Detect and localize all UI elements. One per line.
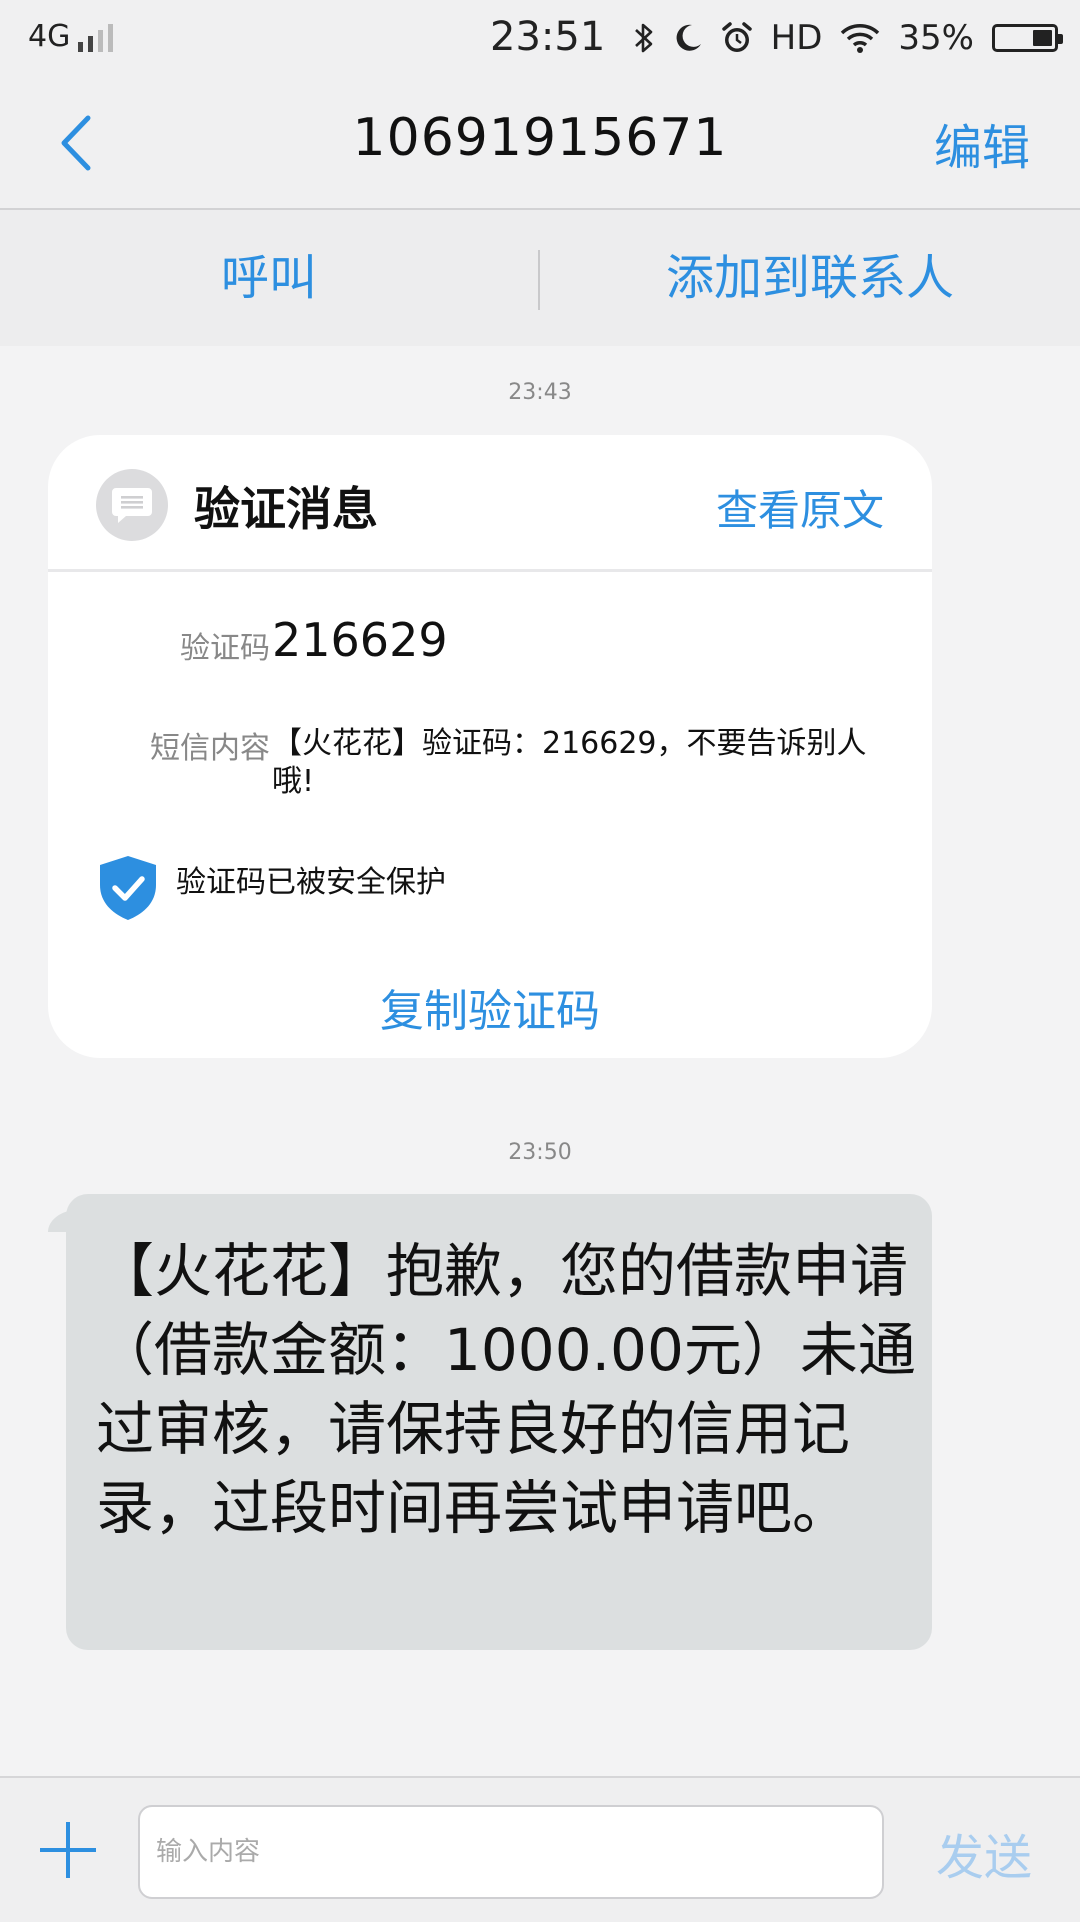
message-icon [96,469,168,541]
message-input[interactable] [138,1805,884,1899]
status-right: HD 35% [633,14,1063,62]
status-bar: 4G 23:51 HD 35% [0,0,1080,78]
conversation-header: 10691915671 编辑 [0,78,1080,210]
bluetooth-icon [634,23,652,53]
add-to-contacts-button[interactable]: 添加到联系人 [540,210,1080,346]
send-button[interactable]: 发送 [936,1818,1032,1888]
alarm-icon [721,22,752,52]
contact-actions: 呼叫 添加到联系人 [0,210,1080,346]
battery-percent: 35% [898,18,974,58]
verification-card: 验证消息 查看原文 验证码 216629 短信内容 【火花花】验证码：21662… [48,435,932,1058]
card-header: 验证消息 查看原文 [48,435,932,572]
message-timestamp: 23:43 [508,380,572,405]
hd-indicator: HD [770,18,823,58]
network-type: 4G [28,19,71,54]
status-time: 23:51 [490,14,606,60]
content-label: 短信内容 [150,731,270,766]
call-button[interactable]: 呼叫 [0,210,538,346]
message-text: 【火花花】抱歉，您的借款申请（借款金额：1000.00元）未通过审核，请保持良好… [96,1237,916,1542]
message-bubble[interactable]: 【火花花】抱歉，您的借款申请（借款金额：1000.00元）未通过审核，请保持良好… [66,1194,932,1650]
battery-icon [992,24,1063,52]
edit-button[interactable]: 编辑 [934,108,1030,178]
sms-content: 【火花花】验证码：216629，不要告诉别人哦! [272,726,867,799]
compose-bar: 发送 [0,1776,1080,1922]
battery-fill [1033,30,1052,46]
view-original-button[interactable]: 查看原文 [716,477,884,538]
contact-number: 10691915671 [352,108,728,168]
moon-icon [676,24,701,51]
protected-notice: 验证码已被安全保护 [176,865,446,900]
code-label: 验证码 [180,631,270,666]
verification-code: 216629 [272,613,448,667]
signal-icon [78,20,114,54]
card-title: 验证消息 [194,482,378,536]
status-left: 4G [28,19,114,54]
message-timestamp: 23:50 [508,1140,572,1165]
plus-icon[interactable] [40,1822,96,1878]
copy-code-button[interactable]: 复制验证码 [48,975,932,1039]
wifi-icon [841,24,880,53]
shield-check-icon [100,856,156,920]
